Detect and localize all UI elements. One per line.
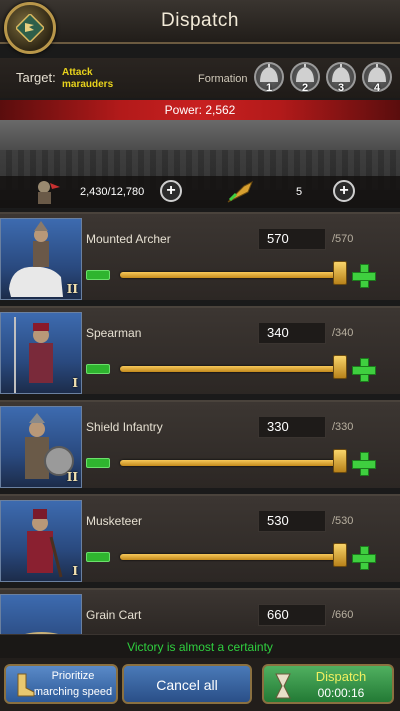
- flag-emblem-icon[interactable]: [4, 2, 56, 54]
- unit-count-input[interactable]: 330: [258, 416, 326, 438]
- unit-name: Shield Infantry: [86, 420, 163, 434]
- unit-row-shield-infantry: II Shield Infantry 330 /330: [0, 400, 400, 488]
- unit-max: /330: [332, 421, 354, 433]
- unit-count-input[interactable]: 340: [258, 322, 326, 344]
- target-value: Attack marauders: [62, 67, 114, 90]
- unit-slider[interactable]: [120, 366, 338, 372]
- decrease-button[interactable]: [86, 364, 110, 374]
- unit-rank: II: [66, 282, 78, 296]
- decrease-button[interactable]: [86, 458, 110, 468]
- unit-name: Spearman: [86, 326, 142, 340]
- unit-row-grain-cart: Grain Cart 660 /660: [0, 588, 400, 634]
- unit-slider[interactable]: [120, 272, 338, 278]
- increase-button[interactable]: [352, 452, 376, 476]
- dispatch-button[interactable]: Dispatch 00:00:16: [262, 664, 394, 704]
- prioritize-label: Prioritize: [51, 670, 95, 682]
- unit-slider[interactable]: [120, 460, 338, 466]
- add-troops-button[interactable]: +: [160, 180, 182, 202]
- increase-button[interactable]: [352, 264, 376, 288]
- dispatch-time: 00:00:16: [317, 686, 365, 700]
- unit-max: /530: [332, 515, 354, 527]
- cancel-label: Cancel all: [156, 677, 218, 693]
- unit-portrait: I: [0, 312, 82, 394]
- unit-row-musketeer: I Musketeer 530 /530: [0, 494, 400, 582]
- unit-name: Musketeer: [86, 514, 143, 528]
- unit-row-mounted-archer: II Mounted Archer 570 /570: [0, 212, 400, 300]
- unit-slider[interactable]: [120, 554, 338, 560]
- unit-max: /340: [332, 327, 354, 339]
- slider-handle[interactable]: [333, 449, 347, 473]
- add-heroes-button[interactable]: +: [333, 180, 355, 202]
- unit-portrait: I: [0, 500, 82, 582]
- unit-portrait: [0, 594, 82, 634]
- unit-portrait: II: [0, 406, 82, 488]
- spearman-icon: [14, 317, 53, 393]
- grain-cart-icon: [25, 632, 59, 634]
- formation-number: 3: [337, 82, 345, 94]
- unit-name: Grain Cart: [86, 608, 142, 622]
- unit-count-input[interactable]: 570: [258, 228, 326, 250]
- unit-rank: I: [72, 564, 78, 578]
- unit-name: Mounted Archer: [86, 232, 171, 246]
- page-title: Dispatch: [161, 10, 239, 31]
- horn-icon: [227, 180, 253, 203]
- formation-slot-4[interactable]: 4: [362, 62, 392, 94]
- marching-speed-label: marching speed: [33, 686, 113, 698]
- power-value: Power: 2,562: [164, 103, 236, 117]
- slider-handle[interactable]: [333, 355, 347, 379]
- troops-count: 2,430/12,780: [80, 186, 145, 198]
- formation-label: Formation: [198, 73, 248, 85]
- increase-button[interactable]: [352, 546, 376, 570]
- slider-handle[interactable]: [333, 543, 347, 567]
- heroes-count: 5: [296, 186, 303, 198]
- unit-rank: II: [66, 470, 78, 484]
- unit-max: /570: [332, 233, 354, 245]
- unit-row-spearman: I Spearman 340 /340: [0, 306, 400, 394]
- header-bar: Dispatch: [0, 0, 400, 44]
- victory-text: Victory is almost a certainty: [127, 640, 273, 654]
- victory-status-bar: Victory is almost a certainty: [0, 634, 400, 658]
- unit-rank: I: [72, 376, 78, 390]
- formation-number: 4: [373, 82, 381, 94]
- unit-max: /660: [332, 609, 354, 621]
- troops-icon: [38, 181, 60, 204]
- dispatch-label: Dispatch: [315, 669, 367, 684]
- unit-count-input[interactable]: 530: [258, 510, 326, 532]
- formation-number: 2: [301, 82, 309, 94]
- slider-handle[interactable]: [333, 261, 347, 285]
- target-label: Target:: [16, 70, 56, 85]
- unit-portrait: II: [0, 218, 82, 300]
- formation-slot-2[interactable]: 2: [290, 62, 320, 94]
- decrease-button[interactable]: [86, 552, 110, 562]
- formation-slot-1[interactable]: 1: [254, 62, 284, 94]
- decrease-button[interactable]: [86, 270, 110, 280]
- target-row: Target: Attack marauders Formation 1 2 3…: [0, 58, 400, 98]
- power-banner: Power: 2,562: [0, 100, 400, 120]
- increase-button[interactable]: [352, 358, 376, 382]
- prioritize-marching-speed-button[interactable]: Prioritize marching speed: [4, 664, 118, 704]
- unit-count-input[interactable]: 660: [258, 604, 326, 626]
- formation-slot-3[interactable]: 3: [326, 62, 356, 94]
- musketeer-icon: [27, 509, 63, 578]
- footer-bar: Prioritize marching speed Cancel all Dis…: [0, 658, 400, 711]
- formation-number: 1: [265, 82, 273, 94]
- cancel-all-button[interactable]: Cancel all: [122, 664, 252, 704]
- stat-bar: 2,430/12,780 + 5 +: [0, 176, 400, 208]
